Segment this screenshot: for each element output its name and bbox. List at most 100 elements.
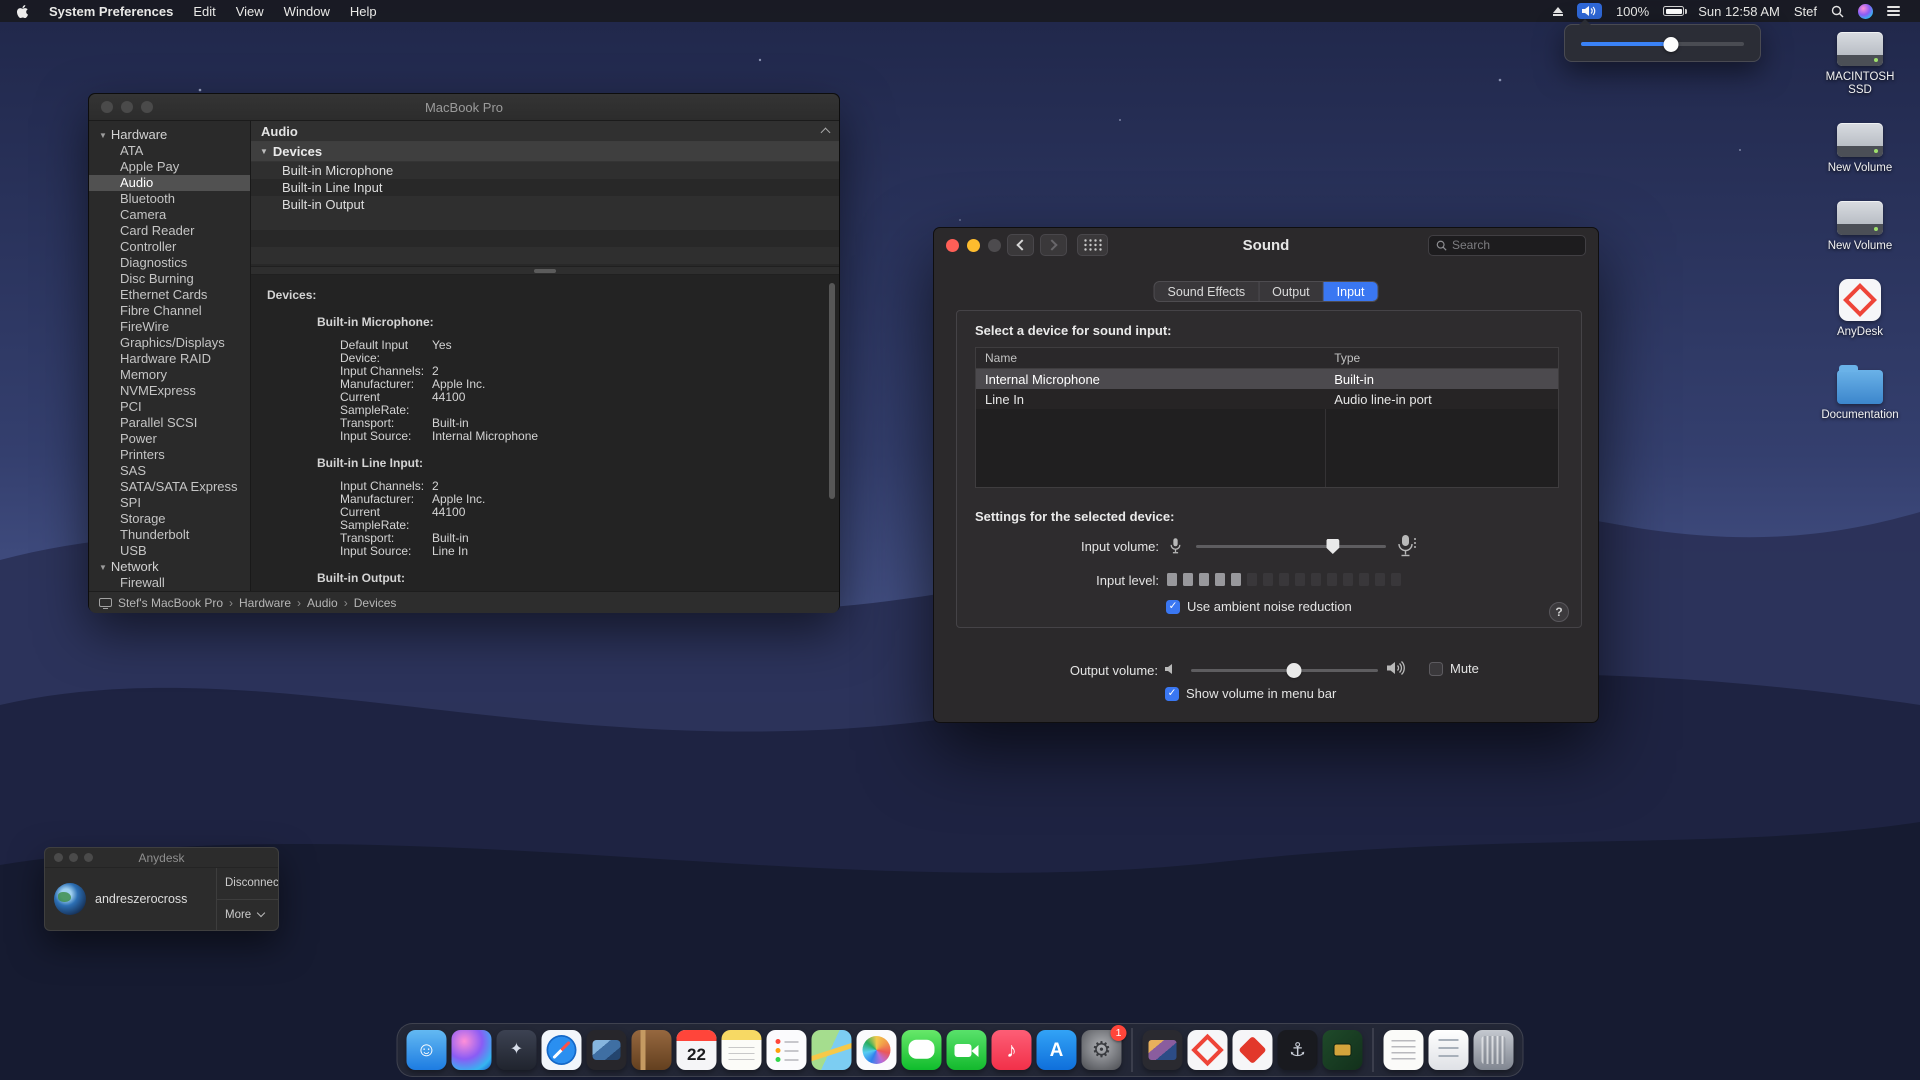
apple-menu[interactable] (16, 4, 29, 19)
menu-edit[interactable]: Edit (193, 4, 215, 19)
tree-item-built-in-line-input[interactable]: Built-in Line Input (251, 179, 839, 196)
menu-view[interactable]: View (236, 4, 264, 19)
details-scrollbar[interactable] (829, 283, 836, 583)
menu-clock[interactable]: Sun 12:58 AM (1698, 4, 1780, 19)
sidebar-group-network[interactable]: ▼Network (89, 559, 250, 575)
table-row-internal-microphone[interactable]: Internal Microphone Built-in (976, 369, 1558, 389)
output-volume-slider[interactable] (1191, 662, 1378, 678)
dock-item-siri[interactable] (452, 1030, 492, 1070)
dock-item-documents-stack[interactable] (1429, 1030, 1469, 1070)
minimize-button[interactable] (967, 239, 980, 252)
tab-input[interactable]: Input (1324, 282, 1378, 301)
slider-track[interactable] (1196, 545, 1386, 548)
sidebar-item-usb[interactable]: USB (89, 543, 250, 559)
sidebar-item-camera[interactable]: Camera (89, 207, 250, 223)
dock-item-anydesk-classic[interactable] (1233, 1030, 1273, 1070)
dock-item-dark-utility[interactable]: ⚓ (1278, 1030, 1318, 1070)
sidebar-item-controller[interactable]: Controller (89, 239, 250, 255)
dock-item-facetime[interactable] (947, 1030, 987, 1070)
volume-slider-knob[interactable] (1663, 37, 1678, 52)
column-type[interactable]: Type (1325, 351, 1558, 365)
tree-item-built-in-microphone[interactable]: Built-in Microphone (251, 162, 839, 179)
notification-center-icon[interactable] (1887, 6, 1900, 16)
dock-item-preview[interactable] (587, 1030, 627, 1070)
dock-item-circuit-utility[interactable] (1323, 1030, 1363, 1070)
sidebar-item-spi[interactable]: SPI (89, 495, 250, 511)
sidebar-item-disc-burning[interactable]: Disc Burning (89, 271, 250, 287)
help-button[interactable]: ? (1549, 602, 1569, 622)
dock-item-notes[interactable] (722, 1030, 762, 1070)
dock-item-photos[interactable] (857, 1030, 897, 1070)
back-button[interactable] (1007, 234, 1034, 256)
dock-item-trash[interactable] (1474, 1030, 1514, 1070)
tab-output[interactable]: Output (1259, 282, 1324, 301)
menu-app-name[interactable]: System Preferences (49, 4, 173, 19)
zoom-button[interactable] (141, 101, 153, 113)
eject-icon[interactable] (1553, 7, 1563, 16)
spotlight-icon[interactable] (1831, 5, 1844, 18)
close-button[interactable] (54, 853, 63, 862)
disclosure-triangle-icon[interactable]: ▼ (99, 563, 107, 572)
sidebar-item-firewall[interactable]: Firewall (89, 575, 250, 591)
sidebar-item-pci[interactable]: PCI (89, 399, 250, 415)
search-input[interactable] (1452, 238, 1578, 252)
minimize-button[interactable] (69, 853, 78, 862)
disconnect-button[interactable]: Disconnect (217, 868, 278, 900)
dock-item-finder[interactable]: ☺ (407, 1030, 447, 1070)
input-volume-slider[interactable] (1196, 538, 1386, 554)
sysinfo-title-bar[interactable]: MacBook Pro (89, 94, 839, 121)
sidebar-item-sata-express[interactable]: SATA/SATA Express (89, 479, 250, 495)
dock-item-books[interactable] (632, 1030, 672, 1070)
pane-splitter[interactable] (251, 266, 839, 275)
input-volume-knob[interactable] (1326, 539, 1339, 554)
tree-header-devices[interactable]: ▼ Devices (251, 142, 839, 162)
sidebar-item-parallel-scsi[interactable]: Parallel SCSI (89, 415, 250, 431)
sidebar-item-hardware-raid[interactable]: Hardware RAID (89, 351, 250, 367)
dock-item-calendar[interactable]: 22 (677, 1030, 717, 1070)
slider-track[interactable] (1191, 669, 1378, 672)
dock-item-anydesk[interactable] (1188, 1030, 1228, 1070)
sidebar-item-graphics-displays[interactable]: Graphics/Displays (89, 335, 250, 351)
sidebar-item-storage[interactable]: Storage (89, 511, 250, 527)
dock-item-photos-dark[interactable] (1143, 1030, 1183, 1070)
desktop-icon-new-volume-1[interactable]: New Volume (1814, 123, 1906, 175)
disclosure-triangle-icon[interactable]: ▼ (260, 147, 268, 156)
battery-icon[interactable] (1663, 6, 1684, 16)
sidebar-item-firewire[interactable]: FireWire (89, 319, 250, 335)
mute-checkbox[interactable] (1429, 662, 1443, 676)
tree-item-built-in-output[interactable]: Built-in Output (251, 196, 839, 213)
dock-item-safari[interactable] (542, 1030, 582, 1070)
volume-menu-icon[interactable] (1577, 3, 1602, 19)
sidebar-item-diagnostics[interactable]: Diagnostics (89, 255, 250, 271)
desktop-icon-documentation[interactable]: Documentation (1814, 365, 1906, 422)
table-row-line-in[interactable]: Line In Audio line-in port (976, 389, 1558, 409)
sidebar-item-ethernet-cards[interactable]: Ethernet Cards (89, 287, 250, 303)
menu-user[interactable]: Stef (1794, 4, 1817, 19)
volume-slider[interactable] (1581, 42, 1744, 46)
sound-title-bar[interactable]: Sound (934, 228, 1598, 262)
dock-item-textedit[interactable] (1384, 1030, 1424, 1070)
sidebar-group-hardware[interactable]: ▼Hardware (89, 127, 250, 143)
output-volume-knob[interactable] (1286, 663, 1301, 678)
breadcrumb-computer[interactable]: Stef's MacBook Pro (118, 596, 223, 610)
tab-sound-effects[interactable]: Sound Effects (1155, 282, 1260, 301)
column-name[interactable]: Name (976, 351, 1325, 365)
forward-button[interactable] (1040, 234, 1067, 256)
close-button[interactable] (946, 239, 959, 252)
sidebar-item-sas[interactable]: SAS (89, 463, 250, 479)
sidebar-item-nvmexpress[interactable]: NVMExpress (89, 383, 250, 399)
sidebar-item-power[interactable]: Power (89, 431, 250, 447)
siri-icon[interactable] (1858, 4, 1873, 19)
desktop-icon-new-volume-2[interactable]: New Volume (1814, 201, 1906, 253)
ambient-noise-checkbox[interactable] (1166, 600, 1180, 614)
breadcrumb-audio[interactable]: Audio (307, 596, 338, 610)
show-volume-checkbox[interactable] (1165, 687, 1179, 701)
dock-item-reminders[interactable] (767, 1030, 807, 1070)
dock-item-system-preferences[interactable]: ⚙ 1 (1082, 1030, 1122, 1070)
splitter-handle[interactable] (534, 269, 556, 273)
dock-item-app-store[interactable]: A (1037, 1030, 1077, 1070)
sidebar-item-bluetooth[interactable]: Bluetooth (89, 191, 250, 207)
zoom-button[interactable] (84, 853, 93, 862)
menu-window[interactable]: Window (284, 4, 330, 19)
minimize-button[interactable] (121, 101, 133, 113)
